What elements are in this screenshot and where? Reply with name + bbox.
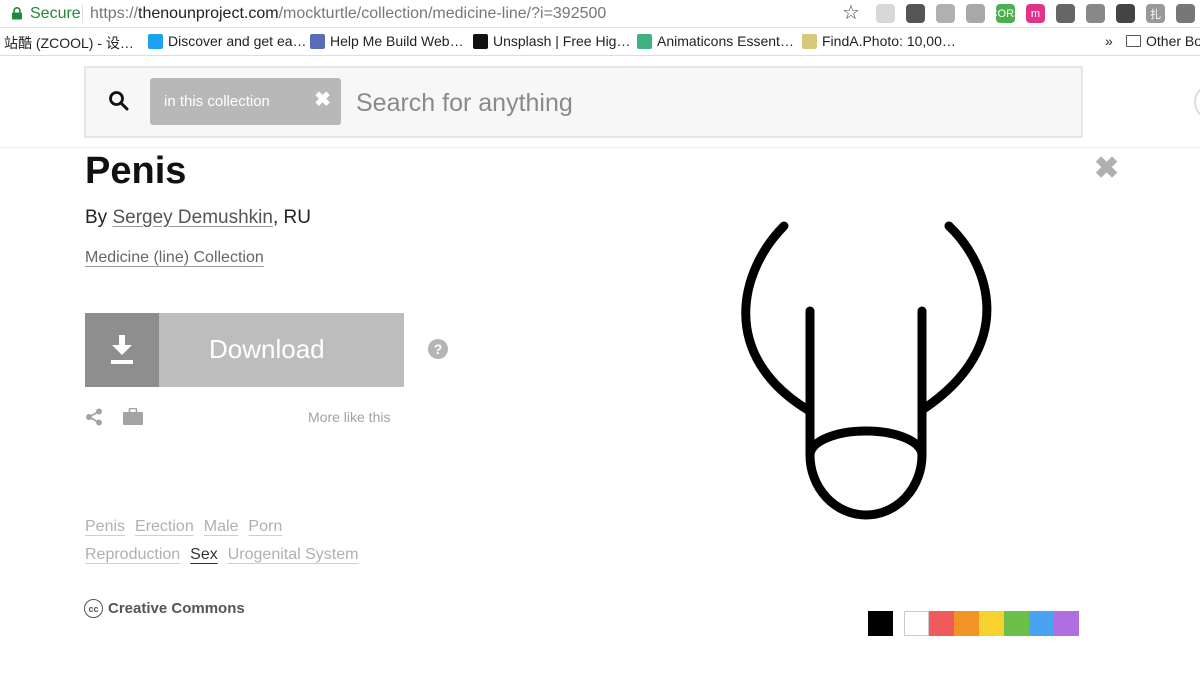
color-swatch[interactable] [1029,611,1054,636]
share-icon[interactable] [85,408,103,426]
creative-commons-icon: cc [84,599,103,618]
camera-icon [473,33,488,49]
bookmark-label: 站酷 (ZCOOL) - 设… [4,35,134,51]
secure-label: Secure [30,5,81,22]
bookmark-item[interactable]: FindA.Photo: 10,00… [802,33,956,49]
bookmark-label: Unsplash | Free Hig… [493,33,631,49]
bookmark-item[interactable]: Unsplash | Free Hig… [473,33,630,49]
tag-link[interactable]: Male [204,518,239,546]
bookmark-item[interactable]: Discover and get ea… [148,33,307,49]
url-text[interactable]: https://thenounproject.com/mockturtle/co… [90,5,606,23]
scope-label: in this collection [164,93,270,110]
tag-link[interactable]: Urogenital System [228,546,359,574]
cors-icon[interactable]: CORS [990,4,1021,23]
page-title: Penis [85,150,187,192]
camera-icon[interactable] [1086,4,1105,23]
color-swatch-selected[interactable] [868,611,893,636]
bookmark-item[interactable]: Animaticons Essent… [637,33,794,49]
tag-link[interactable]: Reproduction [85,546,180,574]
browser-address-bar[interactable]: Secure https://thenounproject.com/mocktu… [0,0,1200,28]
user-avatar[interactable] [1194,84,1200,120]
close-icon[interactable]: ✖ [314,89,331,111]
color-swatch[interactable] [904,611,929,636]
a-icon [637,33,652,49]
download-icon [85,313,159,387]
license-label: Creative Commons [108,600,245,617]
tag-link[interactable]: Porn [248,518,282,546]
photo-icon [802,33,817,49]
bookmark-label: Discover and get ea… [168,33,307,49]
search-icon[interactable] [108,90,130,112]
other-bookmarks-label: Other Bo [1146,33,1200,49]
color-swatch[interactable] [1004,611,1029,636]
color-swatch[interactable] [929,611,954,636]
folder-icon [1126,35,1141,47]
penis-icon [741,221,992,520]
tag-row: Reproduction Sex Urogenital System [85,546,405,574]
tag-link[interactable]: Sex [190,546,218,574]
briefcase-icon[interactable] [123,408,143,425]
pocket-icon[interactable] [906,4,925,23]
tag-link[interactable]: Penis [85,518,125,546]
lock-icon [12,7,22,20]
other-bookmarks[interactable]: Other Bo [1126,33,1200,49]
m-icon[interactable]: m [1026,4,1045,23]
color-swatch[interactable] [1054,611,1079,636]
download-label: Download [209,334,325,364]
license[interactable]: cc Creative Commons [84,599,245,618]
bookmark-label: FindA.Photo: 10,00… [822,33,956,49]
collection-link[interactable]: Medicine (line) Collection [85,249,264,267]
tag-list: Penis Erection Male Porn Reproduction Sex Urog… [85,518,405,574]
kanji-icon[interactable]: 扎 [1146,4,1165,23]
url-divider [82,5,83,23]
lines-icon [148,33,163,49]
tag-row: Penis Erection Male Porn [85,518,405,546]
color-swatch[interactable] [979,611,1004,636]
bookmark-item[interactable]: Help Me Build Web… [310,33,464,49]
bookmark-label: Animaticons Essent… [657,33,794,49]
bookmark-label: Help Me Build Web… [330,33,464,49]
tag-link[interactable]: Erection [135,518,194,546]
search-bar: in this collection ✖ [84,66,1083,138]
collection-scope-chip[interactable]: in this collection ✖ [150,78,341,125]
bookmark-item[interactable]: 站酷 (ZCOOL) - 设… [4,33,134,53]
more-like-this-link[interactable]: More like this [308,409,390,425]
bookmark-star-icon[interactable]: ☆ [842,2,860,24]
square-icon[interactable] [1056,4,1075,23]
extension-icons: CORS m 扎 [876,4,1195,23]
byline: By Sergey Demushkin, RU [85,207,311,228]
color-picker [868,611,1079,636]
close-icon[interactable]: ✖ [1094,154,1119,184]
drive-icon[interactable] [966,4,985,23]
bookmarks-bar: 站酷 (ZCOOL) - 设… Discover and get ea… Help … [0,28,1200,56]
help-icon[interactable]: ? [428,339,448,359]
header-divider [0,147,1200,148]
grid-icon[interactable] [1176,4,1195,23]
color-swatch[interactable] [954,611,979,636]
diamond-icon [310,33,325,49]
shield-icon[interactable] [936,4,955,23]
download-button[interactable]: Download [85,313,404,387]
author-link[interactable]: Sergey Demushkin [112,207,273,228]
hedgehog-icon[interactable] [876,4,895,23]
hex-icon[interactable] [1116,4,1135,23]
search-input[interactable] [356,86,1056,120]
bookmarks-overflow[interactable]: » [1105,33,1113,49]
